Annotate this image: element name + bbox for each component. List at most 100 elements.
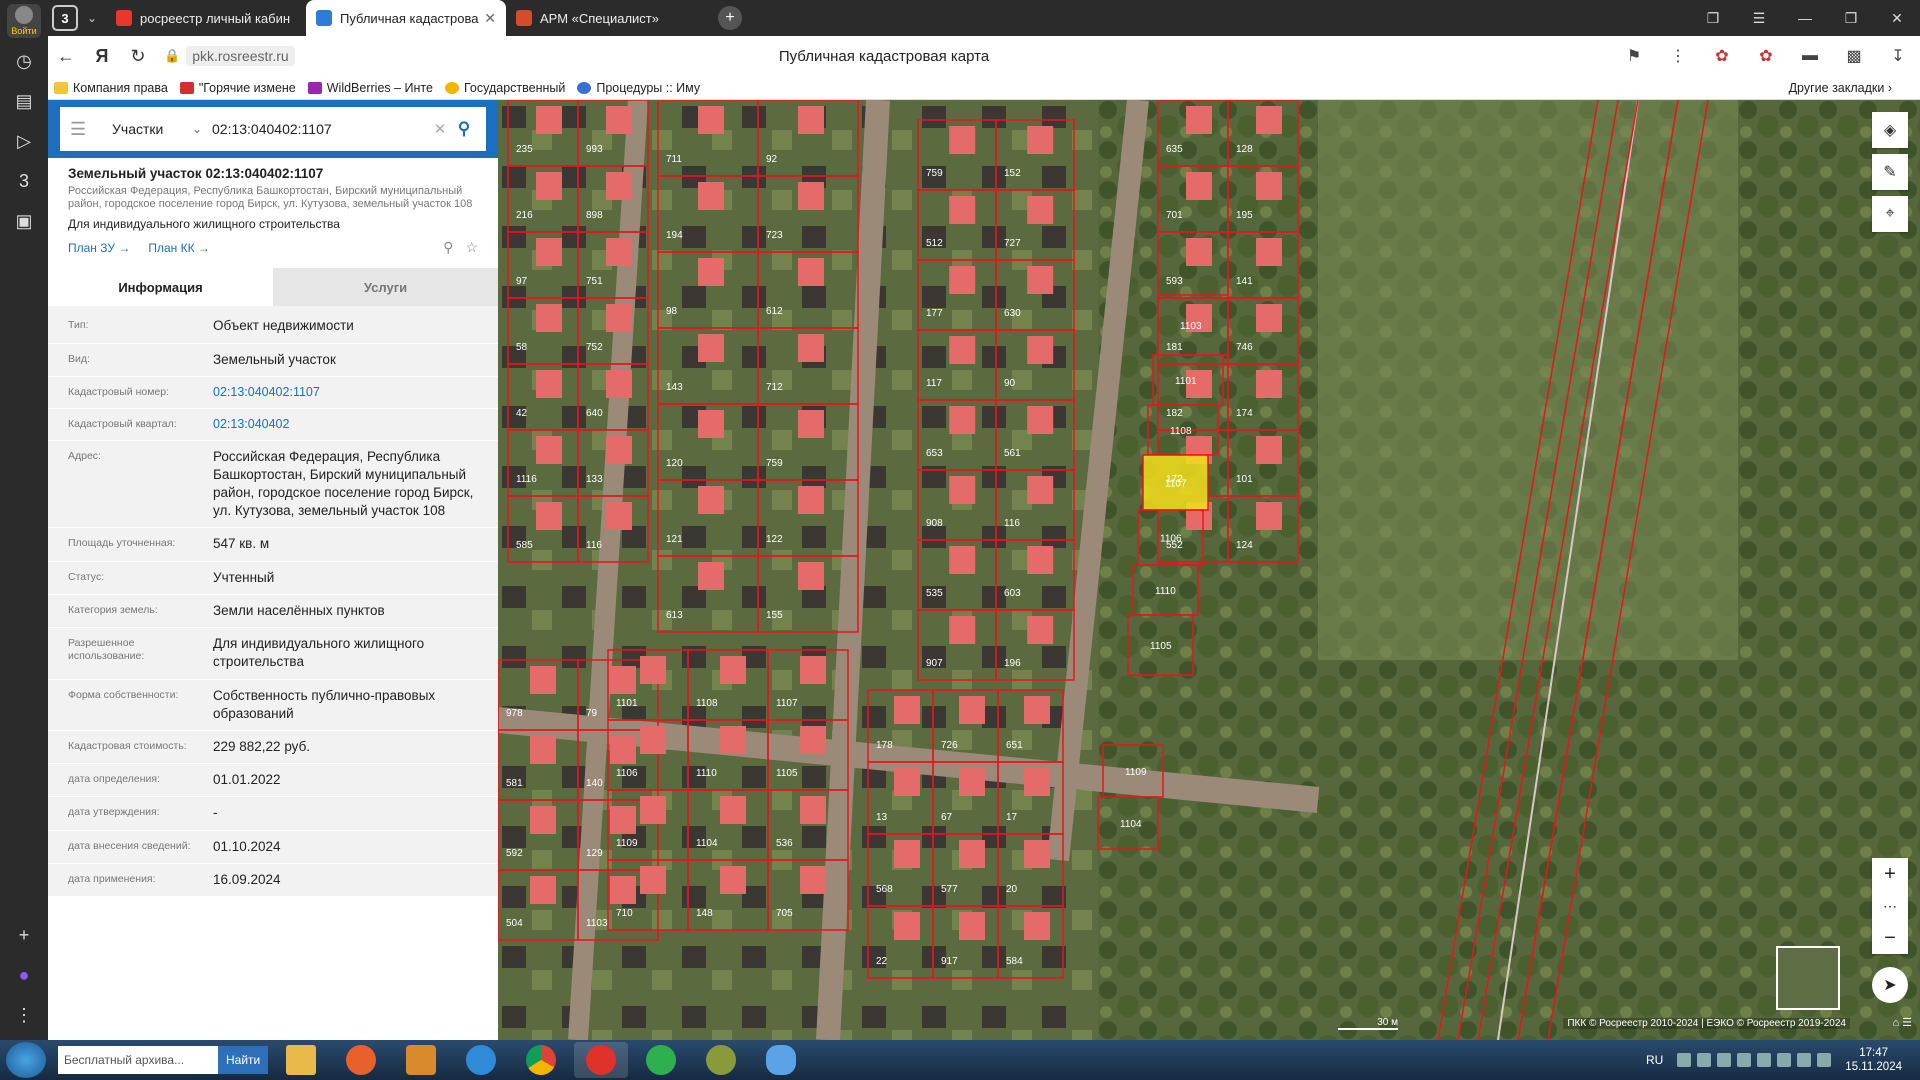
search-icon[interactable]: ⚲: [452, 119, 476, 139]
house-roof: [698, 182, 724, 210]
user-avatar-icon: [15, 6, 33, 24]
chrome-icon[interactable]: [514, 1042, 568, 1078]
parcel-number-label: 584: [1006, 956, 1023, 967]
video-icon[interactable]: ▷: [7, 124, 41, 158]
tray-icon[interactable]: [1777, 1053, 1792, 1067]
tray-icon[interactable]: [1757, 1053, 1772, 1067]
download-icon[interactable]: ↧: [1876, 46, 1920, 66]
tray-icon[interactable]: [1697, 1053, 1712, 1067]
bookmark-favicon-icon: [577, 81, 592, 94]
plan-kk-link[interactable]: План КК →: [148, 241, 210, 255]
bookmark-item[interactable]: Государственный: [439, 81, 571, 95]
house-roof: [640, 866, 666, 894]
firefox-icon[interactable]: [334, 1042, 388, 1078]
alice-icon[interactable]: ●: [7, 958, 41, 992]
bookmark-item[interactable]: Компания права: [48, 81, 174, 95]
locate-icon[interactable]: ⌖: [1872, 196, 1908, 232]
bookmark-favicon-icon: [54, 81, 68, 94]
browser-menu-icon[interactable]: ☰: [1736, 0, 1782, 36]
tab-count-button[interactable]: 3: [52, 5, 78, 31]
plan-zu-link[interactable]: План ЗУ →: [68, 241, 130, 255]
map-canvas[interactable]: 235 993 216 898 97 751 58 752 42 640 1116 133 585 116…: [498, 100, 1920, 1040]
tray-icon[interactable]: [1817, 1053, 1832, 1067]
taskbar-search-input[interactable]: Бесплатный архива...: [58, 1046, 218, 1074]
tab-rosreestr-cabinet[interactable]: росреестр личный кабин: [106, 0, 306, 36]
tabs-menu-chevron-icon[interactable]: ⌄: [78, 11, 106, 25]
house-roof: [640, 796, 666, 824]
login-button[interactable]: Войти: [7, 4, 41, 38]
history-icon[interactable]: ◷: [7, 44, 41, 78]
start-button[interactable]: [6, 1042, 46, 1078]
ruler-icon[interactable]: ✎: [1872, 154, 1908, 190]
attr-key: Статус:: [68, 570, 105, 583]
add-icon[interactable]: +: [7, 918, 41, 952]
parcel-number-label: 117: [926, 378, 942, 389]
other-bookmarks-button[interactable]: Другие закладки ›: [1789, 81, 1920, 95]
close-tab-icon[interactable]: ✕: [484, 10, 496, 27]
layers-icon[interactable]: ◈: [1872, 112, 1908, 148]
back-icon[interactable]: ←: [48, 46, 84, 67]
bookmark-item[interactable]: Процедуры :: Иму: [571, 81, 706, 95]
green-app-icon[interactable]: [634, 1042, 688, 1078]
close-window-icon[interactable]: ✕: [1874, 0, 1920, 36]
minimize-icon[interactable]: —: [1782, 0, 1828, 36]
tray-icon[interactable]: [1797, 1053, 1812, 1067]
house-roof: [1024, 768, 1050, 796]
taskbar-search-button[interactable]: Найти: [218, 1046, 269, 1074]
minimap[interactable]: [1776, 946, 1840, 1010]
bookmark-item[interactable]: WildBerries – Инте: [302, 81, 439, 95]
explorer-icon[interactable]: [274, 1042, 328, 1078]
tab-count-icon[interactable]: 3: [7, 164, 41, 198]
favorite-star-icon[interactable]: ☆: [465, 239, 478, 256]
yandex-icon[interactable]: Я: [84, 46, 120, 67]
cadastral-number-link[interactable]: 02:13:040402:1107: [213, 384, 478, 401]
house-roof: [798, 486, 824, 514]
zoom-in-icon[interactable]: +: [1872, 858, 1908, 890]
zoom-to-object-icon[interactable]: ⚲: [443, 239, 453, 256]
collections-icon[interactable]: ▤: [7, 84, 41, 118]
language-indicator[interactable]: RU: [1646, 1053, 1663, 1067]
tray-icon[interactable]: [1717, 1053, 1732, 1067]
cadastral-map[interactable]: 235 993 216 898 97 751 58 752 42 640 1116 133 585 116…: [498, 100, 1920, 1040]
url-field[interactable]: 🔒 pkk.rosreestr.ru Публичная кадастровая…: [164, 40, 1604, 72]
tab-arm-specialist[interactable]: АРМ «Специалист»: [506, 0, 706, 36]
page-menu-icon[interactable]: ⋮: [1656, 46, 1700, 66]
parcel-number-label: 1104: [1120, 819, 1142, 830]
extension-1-icon[interactable]: ✿: [1700, 46, 1744, 66]
zoom-out-icon[interactable]: −: [1872, 922, 1908, 954]
tray-icon[interactable]: [1737, 1053, 1752, 1067]
maximize-icon[interactable]: ❐: [1828, 0, 1874, 36]
internet-explorer-icon[interactable]: [454, 1042, 508, 1078]
cadastral-search-input[interactable]: [212, 121, 428, 137]
clear-icon[interactable]: ✕: [428, 120, 452, 138]
extension-3-icon[interactable]: ▬: [1788, 47, 1832, 65]
tab-public-cadastral-map[interactable]: Публичная кадастрова ✕: [306, 0, 506, 36]
clock[interactable]: 17:47 15.11.2024: [1845, 1046, 1902, 1075]
tray-icon[interactable]: [1677, 1053, 1692, 1067]
cadastral-quarter-link[interactable]: 02:13:040402: [213, 416, 478, 433]
zoom-more-icon[interactable]: ⋯: [1872, 890, 1908, 922]
house-roof: [949, 266, 976, 294]
menu-icon[interactable]: ☰: [70, 119, 100, 140]
extension-2-icon[interactable]: ✿: [1744, 46, 1788, 66]
yandex-browser-icon[interactable]: [574, 1042, 629, 1078]
game-app-icon[interactable]: [694, 1042, 748, 1078]
blue-app-icon[interactable]: [754, 1042, 808, 1078]
new-tab-button[interactable]: +: [718, 6, 742, 30]
tab-services[interactable]: Услуги: [273, 268, 498, 307]
parcel-number-label: 196: [1004, 658, 1021, 669]
compass-icon[interactable]: ➤: [1872, 967, 1908, 1003]
media-player-icon[interactable]: [394, 1042, 448, 1078]
bookmark-item[interactable]: "Горячие измене: [174, 81, 302, 95]
parcel-number-label: 978: [506, 708, 523, 719]
more-icon[interactable]: ⋮: [7, 998, 41, 1032]
extensions-icon[interactable]: ▩: [1832, 46, 1876, 66]
reload-icon[interactable]: ↻: [120, 46, 156, 67]
tab-information[interactable]: Информация: [48, 268, 273, 307]
lock-icon[interactable]: 🔒: [164, 48, 180, 64]
bookmark-label: "Горячие измене: [198, 80, 296, 95]
bookmarks-panel-icon[interactable]: ❐: [1690, 0, 1736, 36]
screenshot-icon[interactable]: ▣: [7, 204, 41, 238]
bookmark-icon[interactable]: ⚑: [1612, 46, 1656, 66]
object-type-select[interactable]: Участки ⌄: [112, 121, 212, 137]
